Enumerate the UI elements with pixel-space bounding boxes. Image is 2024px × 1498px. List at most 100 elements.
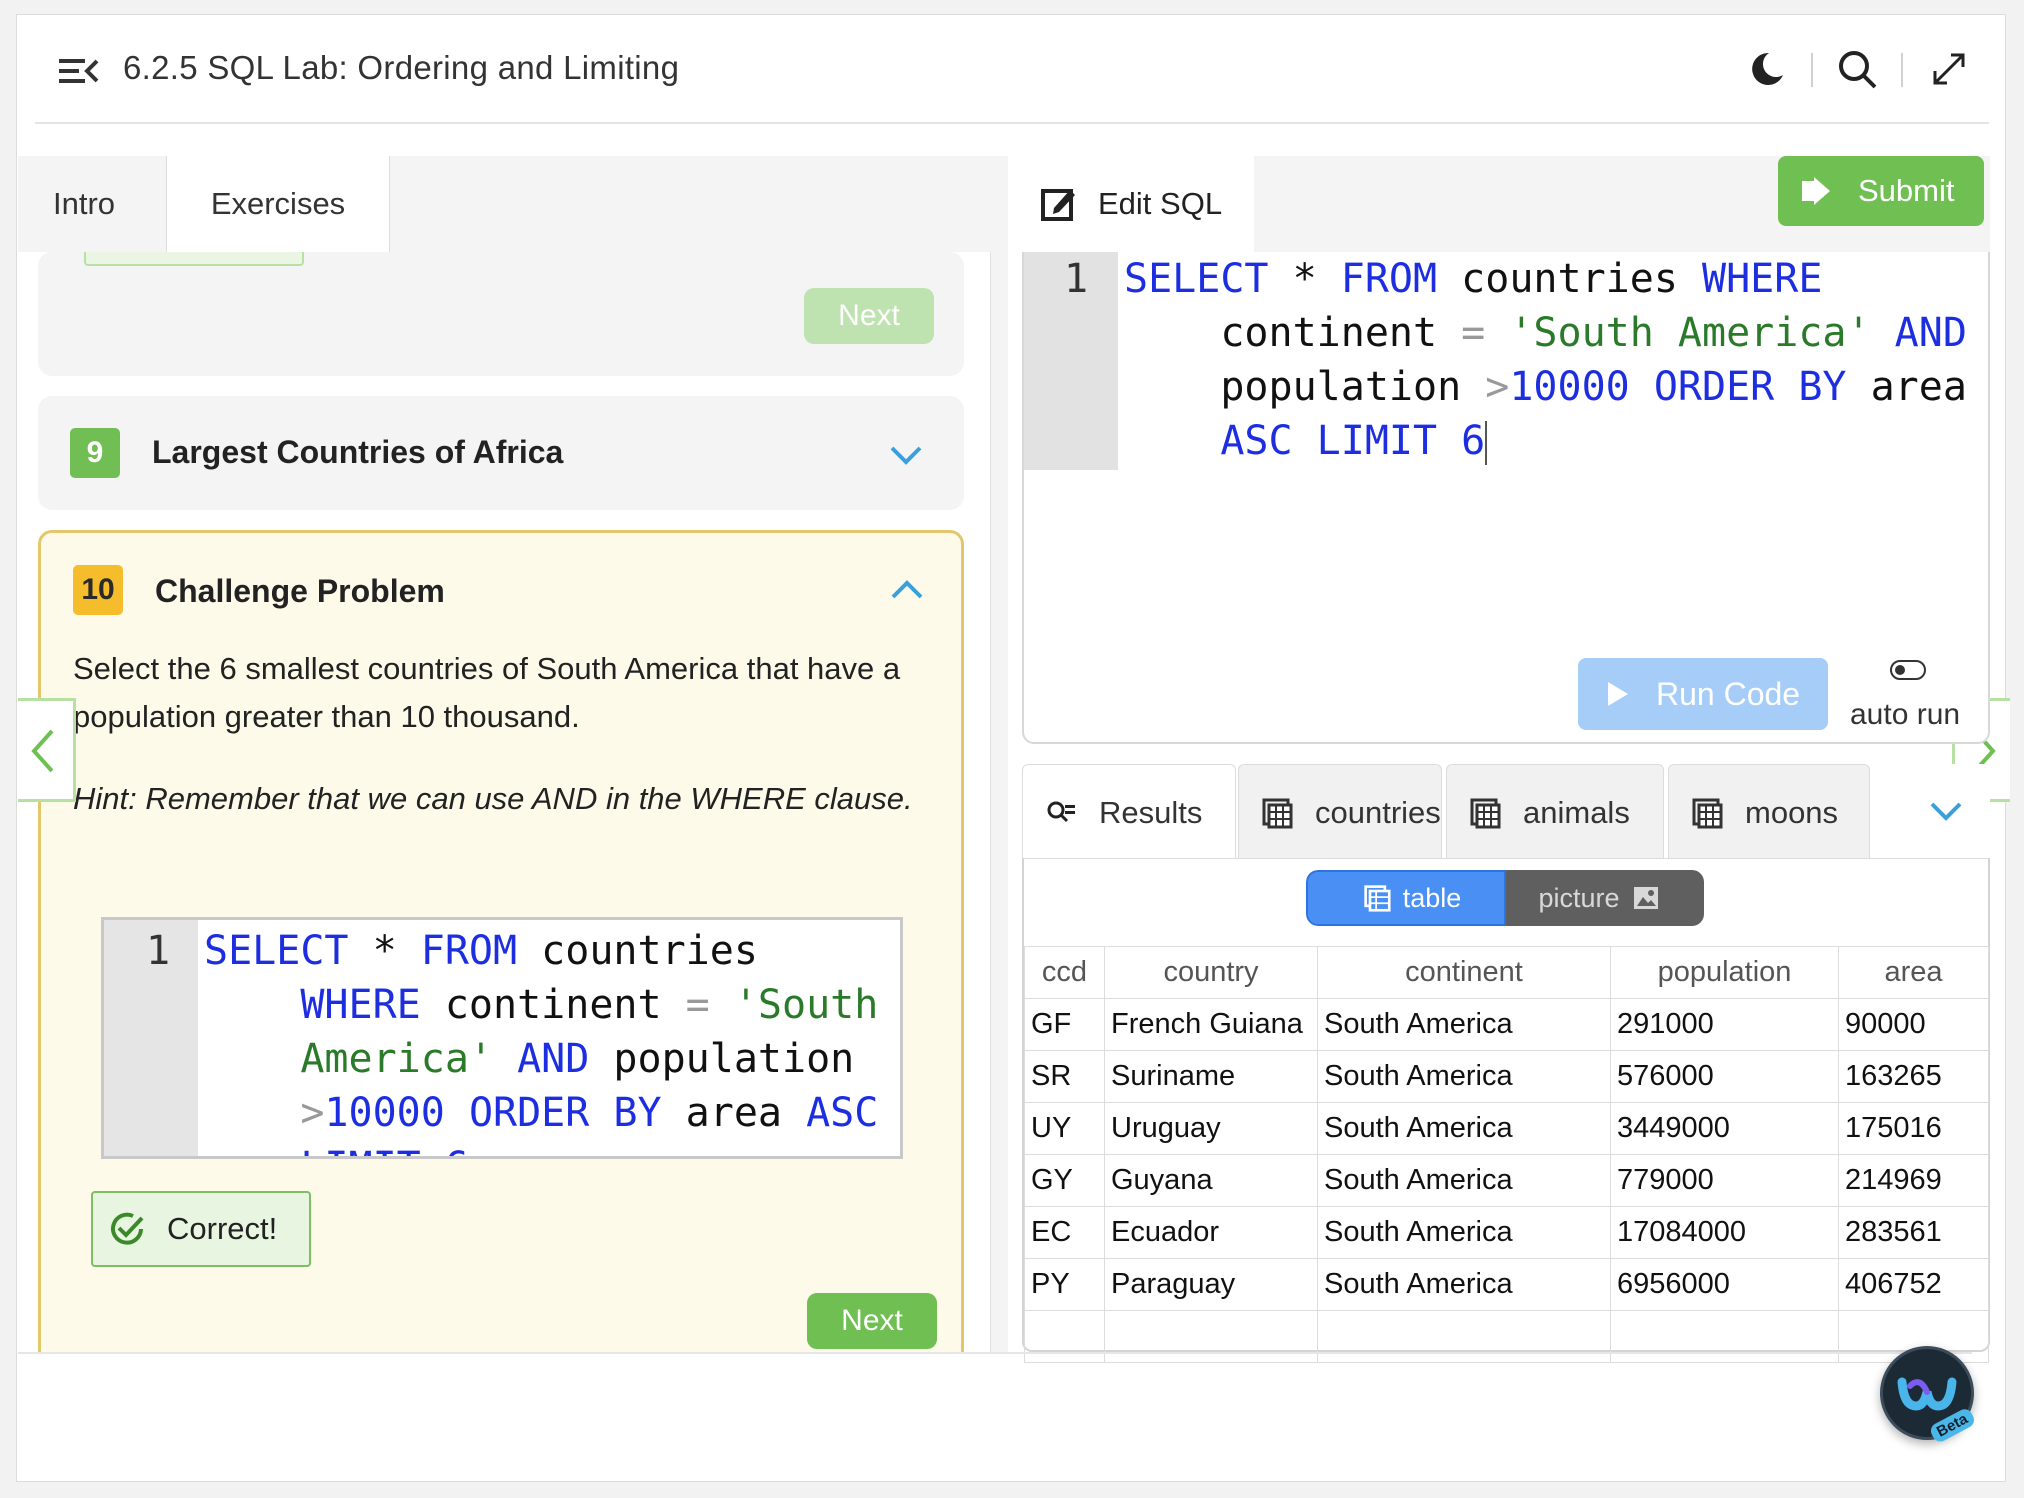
table-icon [1692, 798, 1723, 828]
exercise-scrollbar[interactable] [990, 252, 1008, 1354]
chevron-down-icon[interactable] [888, 442, 924, 466]
table-cell: 6956000 [1610, 1258, 1839, 1311]
table-cell: 214969 [1838, 1154, 1989, 1207]
table-cell: 17084000 [1610, 1206, 1839, 1259]
tab-countries[interactable]: countries [1238, 764, 1442, 860]
tab-animals[interactable]: animals [1446, 764, 1664, 860]
exercise-card-9[interactable]: 9 Largest Countries of Africa [38, 396, 964, 510]
image-icon [1633, 887, 1658, 909]
table-icon [1364, 885, 1391, 912]
table-cell [1104, 1310, 1318, 1363]
table-row: UY Uruguay South America 3449000 175016 [1024, 1102, 1989, 1155]
table-row-empty [1024, 1310, 1989, 1363]
correct-badge-partial [84, 252, 304, 266]
tab-label: Edit SQL [1098, 186, 1223, 221]
table-cell: 90000 [1838, 998, 1989, 1051]
tab-label: moons [1745, 794, 1839, 830]
text-cursor [1485, 421, 1488, 465]
tab-label: Results [1099, 794, 1203, 830]
chevron-up-icon[interactable] [889, 577, 925, 601]
column-header: population [1610, 946, 1839, 999]
view-picture-label: picture [1538, 882, 1620, 913]
results-table: ccd country continent population area GF… [1024, 946, 1989, 1363]
table-cell: South America [1317, 1154, 1611, 1207]
chevron-left-icon [31, 729, 54, 773]
search-icon[interactable] [1835, 47, 1879, 91]
next-button[interactable]: Next [804, 288, 934, 344]
solution-code: SELECT * FROM countries WHERE continent … [204, 928, 879, 1156]
submit-label: Submit [1858, 173, 1955, 208]
chevron-down-icon[interactable] [1928, 798, 1964, 822]
tab-exercises[interactable]: Exercises [166, 156, 390, 252]
table-row: GY Guyana South America 779000 214969 [1024, 1154, 1989, 1207]
left-tabs: Intro Exercises [18, 156, 1008, 252]
submit-button[interactable]: Submit [1778, 156, 1984, 226]
table-cell: SR [1024, 1050, 1105, 1103]
line-number: 1 [146, 928, 171, 974]
table-cell: 163265 [1838, 1050, 1989, 1103]
view-table-label: table [1402, 882, 1462, 913]
auto-run-label: auto run [1850, 698, 1961, 731]
sql-editor[interactable]: 1 SELECT * FROM countries WHERE continen… [1022, 252, 1990, 744]
table-cell: GY [1024, 1154, 1105, 1207]
sql-code[interactable]: SELECT * FROM countries WHERE continent … [1124, 252, 1967, 468]
table-cell: GF [1024, 998, 1105, 1051]
tab-intro[interactable]: Intro [18, 156, 150, 252]
table-cell: UY [1024, 1102, 1105, 1155]
run-label: Run Code [1656, 675, 1801, 712]
tab-moons[interactable]: moons [1668, 764, 1870, 860]
column-header: area [1838, 946, 1989, 999]
table-cell: South America [1317, 1050, 1611, 1103]
header-separator [1811, 53, 1813, 87]
header-divider [35, 122, 1989, 124]
table-cell: EC [1024, 1206, 1105, 1259]
table-row: EC Ecuador South America 17084000 283561 [1024, 1206, 1989, 1259]
correct-feedback: Correct! [91, 1191, 311, 1267]
table-cell: Uruguay [1104, 1102, 1318, 1155]
tab-edit-sql[interactable]: Edit SQL [1022, 156, 1254, 252]
assistant-button[interactable]: Beta [1880, 1346, 1977, 1445]
tab-results[interactable]: Results [1022, 764, 1236, 860]
next-button[interactable]: Next [807, 1293, 937, 1349]
header: 6.2.5 SQL Lab: Ordering and Limiting [17, 15, 2005, 123]
exercise-title: Largest Countries of Africa [152, 434, 564, 470]
table-cell: 3449000 [1610, 1102, 1839, 1155]
table-header-row: ccd country continent population area [1024, 946, 1989, 999]
table-cell: 406752 [1838, 1258, 1989, 1311]
moon-icon[interactable] [1745, 47, 1789, 91]
exercise-number-badge: 10 [73, 565, 123, 615]
table-cell: Ecuador [1104, 1206, 1318, 1259]
exercise-card-previous: Next [38, 252, 964, 376]
results-search-icon [1047, 801, 1075, 822]
page-title: 6.2.5 SQL Lab: Ordering and Limiting [123, 49, 680, 86]
table-cell: 779000 [1610, 1154, 1839, 1207]
menu-collapse-icon[interactable] [57, 51, 99, 91]
table-icon [1262, 798, 1293, 828]
run-code-button[interactable]: Run Code [1578, 658, 1828, 730]
tab-label: countries [1315, 794, 1441, 830]
exercise-prompt: Select the 6 smallest countries of South… [73, 651, 901, 734]
exercise-card-10: 10 Challenge Problem Select the 6 smalle… [38, 530, 964, 1354]
expand-icon[interactable] [1927, 47, 1971, 91]
table-cell: Guyana [1104, 1154, 1318, 1207]
line-number: 1 [1064, 256, 1089, 302]
table-cell: South America [1317, 1102, 1611, 1155]
edit-icon [1041, 189, 1075, 221]
table-cell: 283561 [1838, 1206, 1989, 1259]
column-header: country [1104, 946, 1318, 999]
table-cell: PY [1024, 1258, 1105, 1311]
table-cell [1317, 1310, 1611, 1363]
view-picture-button[interactable]: picture [1506, 870, 1704, 926]
table-cell: French Guiana [1104, 998, 1318, 1051]
prev-exercise-arrow[interactable] [18, 698, 76, 802]
auto-run-toggle[interactable] [1890, 660, 1926, 680]
table-cell: South America [1317, 1206, 1611, 1259]
exercise-list[interactable]: Next 9 Largest Countries of Africa 10 Ch… [18, 252, 990, 1354]
table-cell: South America [1317, 998, 1611, 1051]
results-tabs: Results countries animals moons [1022, 764, 1990, 860]
view-table-button[interactable]: table [1306, 870, 1506, 926]
play-icon [1608, 682, 1628, 706]
table-row: PY Paraguay South America 6956000 406752 [1024, 1258, 1989, 1311]
column-header: ccd [1024, 946, 1105, 999]
check-circle-icon [111, 1212, 144, 1245]
